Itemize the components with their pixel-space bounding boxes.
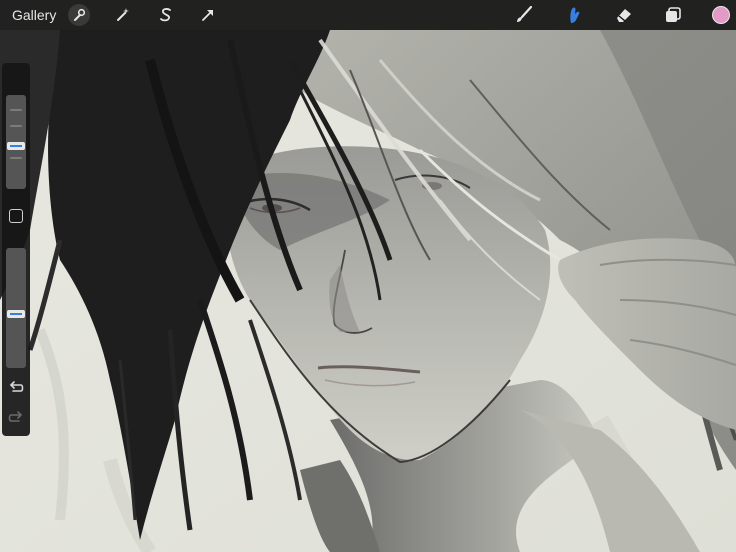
top-toolbar: Gallery xyxy=(0,0,736,30)
gallery-button[interactable]: Gallery xyxy=(6,0,68,30)
square-modify-icon[interactable] xyxy=(9,209,23,223)
undo-button[interactable] xyxy=(7,379,25,395)
redo-button[interactable] xyxy=(7,409,25,425)
artwork xyxy=(0,0,736,552)
opacity-handle[interactable] xyxy=(7,310,25,318)
drawing-canvas[interactable] xyxy=(0,0,736,552)
procreate-app: Gallery xyxy=(0,0,736,552)
brush-button[interactable] xyxy=(511,0,537,30)
layers-button[interactable] xyxy=(660,0,686,30)
color-swatch xyxy=(712,6,730,24)
actions-button[interactable] xyxy=(66,0,92,30)
adjustments-button[interactable] xyxy=(110,0,136,30)
arrow-cursor-icon xyxy=(200,7,216,23)
brush-size-handle[interactable] xyxy=(7,142,25,150)
selection-s-icon xyxy=(159,7,173,23)
undo-icon xyxy=(7,381,25,399)
left-sidebar xyxy=(2,63,30,436)
wrench-icon xyxy=(68,4,90,26)
layers-icon xyxy=(664,6,682,24)
smudge-button[interactable] xyxy=(560,0,586,30)
brush-size-slider[interactable] xyxy=(6,95,26,189)
redo-icon xyxy=(7,411,25,429)
smudge-finger-icon xyxy=(563,5,583,25)
eraser-icon xyxy=(614,5,634,25)
selection-button[interactable] xyxy=(153,0,179,30)
brush-icon xyxy=(514,5,534,25)
eraser-button[interactable] xyxy=(611,0,637,30)
color-button[interactable] xyxy=(708,0,734,30)
opacity-slider[interactable] xyxy=(6,248,26,368)
magic-wand-icon xyxy=(115,7,131,23)
transform-button[interactable] xyxy=(195,0,221,30)
